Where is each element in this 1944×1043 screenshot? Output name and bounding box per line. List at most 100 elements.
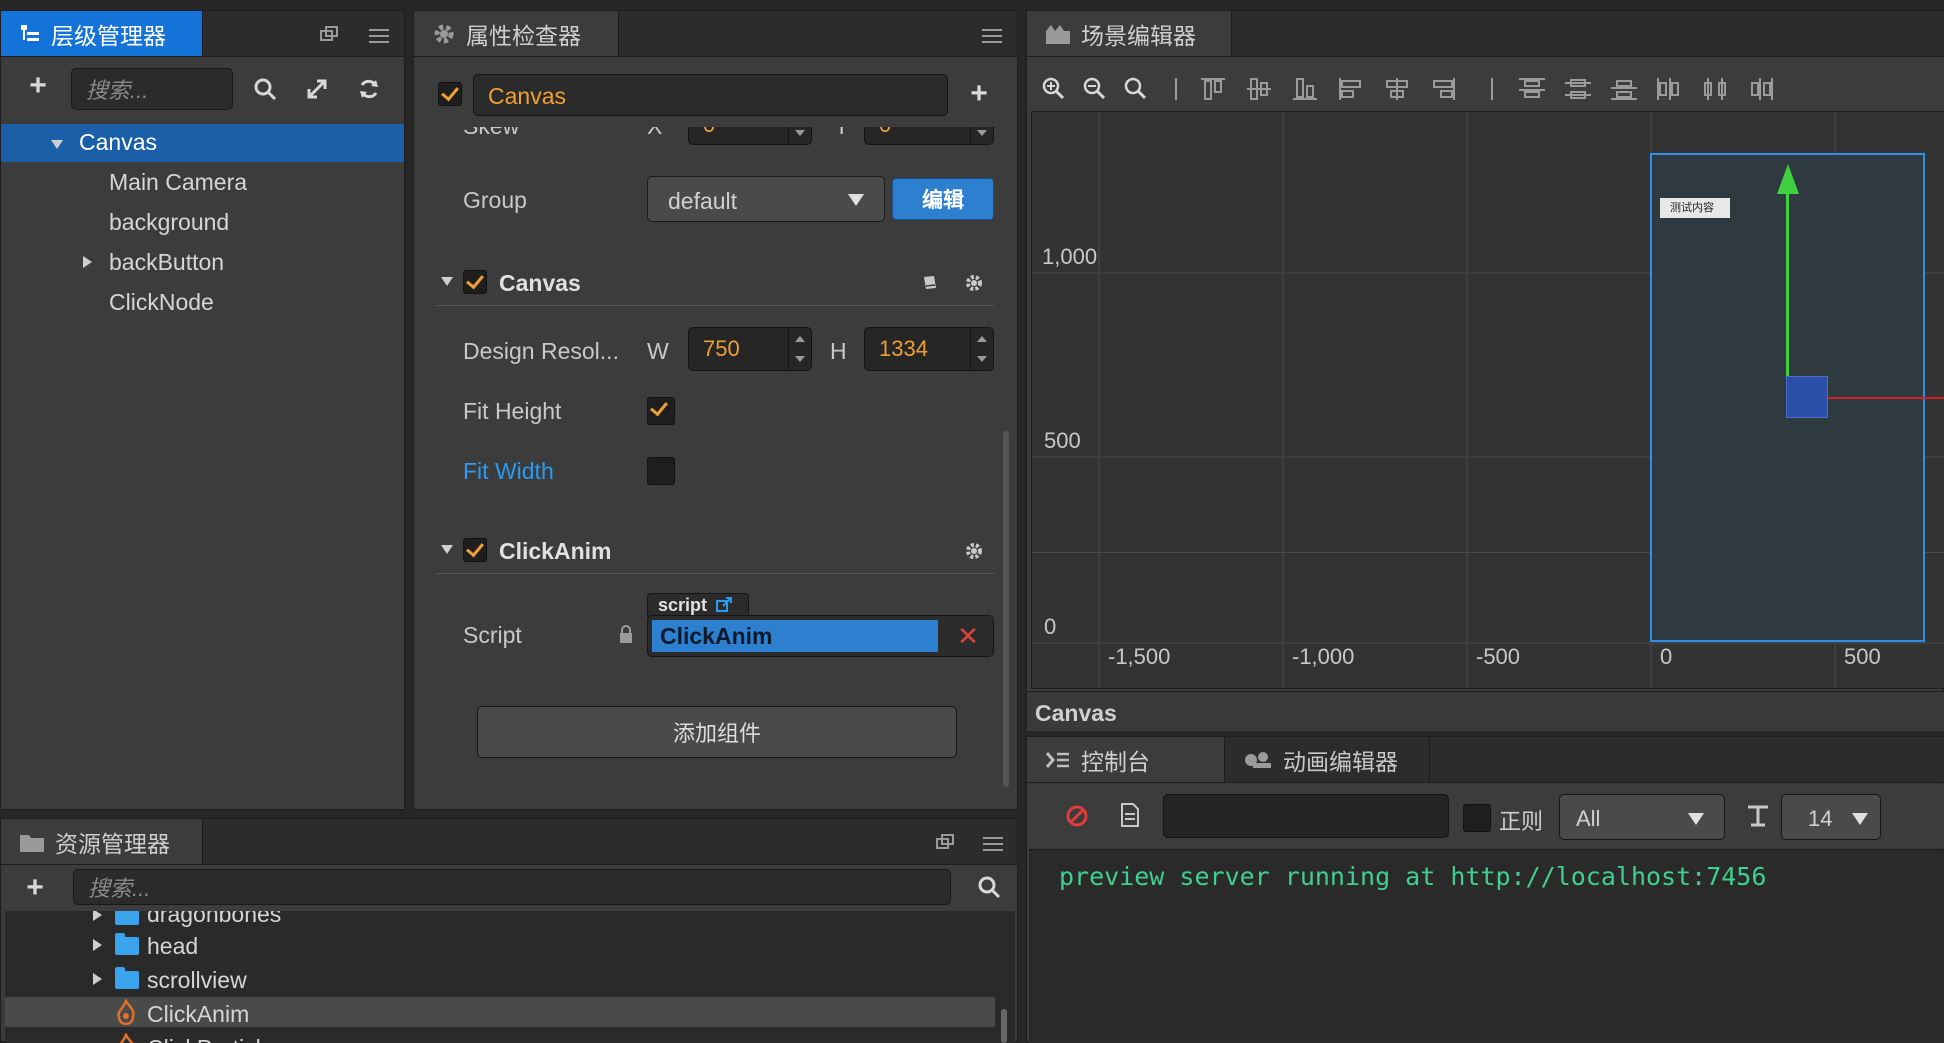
tree-item-main-camera[interactable]: Main Camera: [109, 169, 247, 196]
panel-menu-icon[interactable]: [983, 837, 1003, 851]
script-tag-label: script: [658, 595, 708, 615]
tab-animation-editor[interactable]: 动画编辑器: [1225, 737, 1430, 782]
align-vcenter-icon[interactable]: [1245, 76, 1273, 102]
search-icon[interactable]: [975, 873, 1003, 901]
tab-hierarchy[interactable]: 层级管理器: [1, 11, 203, 56]
gizmo-y-arrow-icon[interactable]: [1777, 164, 1799, 194]
skew-label: Skew: [463, 127, 519, 140]
tree-item-background[interactable]: background: [109, 209, 229, 236]
label-node[interactable]: 测试内容: [1660, 198, 1730, 218]
zoom-reset-icon[interactable]: [1123, 76, 1149, 102]
design-height-input[interactable]: 1334: [864, 327, 994, 371]
assets-search-input[interactable]: 搜索...: [73, 869, 951, 905]
gizmo-y-axis[interactable]: [1786, 184, 1789, 384]
tab-scene[interactable]: 场景编辑器: [1027, 11, 1232, 56]
design-width-stepper[interactable]: [788, 328, 811, 370]
node-name-value: Canvas: [488, 83, 566, 109]
inspector-scrollbar[interactable]: [1003, 431, 1009, 787]
asset-item-clickanim[interactable]: ClickAnim: [147, 1001, 249, 1028]
section-collapse-icon[interactable]: [441, 545, 453, 554]
search-icon[interactable]: [251, 75, 279, 103]
canvas-section-title: Canvas: [499, 270, 581, 296]
hierarchy-search-input[interactable]: 搜索...: [71, 68, 233, 110]
script-tag[interactable]: script: [647, 593, 749, 617]
log-level-select[interactable]: All: [1559, 794, 1725, 840]
distribute-top-icon[interactable]: [1517, 76, 1547, 102]
collapse-arrow-icon[interactable]: [83, 256, 92, 268]
book-icon[interactable]: [920, 273, 940, 293]
design-width-input[interactable]: 750: [688, 327, 812, 371]
float-window-icon[interactable]: [935, 833, 955, 851]
expand-arrow-icon[interactable]: [51, 140, 63, 149]
align-left-icon[interactable]: [1337, 76, 1365, 102]
gizmo-center-handle[interactable]: [1786, 376, 1828, 418]
component-settings-icon[interactable]: [964, 273, 984, 293]
canvas-component-checkbox[interactable]: [463, 270, 487, 294]
fit-height-checkbox[interactable]: [647, 397, 675, 425]
remove-script-icon[interactable]: ✕: [956, 621, 980, 651]
log-level-value: All: [1576, 806, 1601, 831]
group-select[interactable]: default: [647, 176, 885, 222]
skew-y-stepper[interactable]: [970, 127, 993, 144]
collapse-arrow-icon[interactable]: [93, 911, 102, 921]
align-hcenter-icon[interactable]: [1383, 76, 1411, 102]
skew-x-stepper[interactable]: [788, 127, 811, 144]
component-settings-icon[interactable]: [964, 541, 984, 561]
align-bottom-icon[interactable]: [1291, 76, 1319, 102]
distribute-hcenter-icon[interactable]: [1701, 76, 1729, 102]
add-component-button[interactable]: 添加组件: [477, 706, 957, 758]
distribute-vcenter-icon[interactable]: [1563, 76, 1593, 102]
assets-tabbar: 资源管理器: [1, 819, 1017, 865]
panel-menu-icon[interactable]: [369, 29, 389, 43]
add-node-button[interactable]: +: [23, 69, 53, 102]
skew-y-input[interactable]: 0: [864, 127, 994, 145]
x-axis-label: 0: [1660, 644, 1673, 669]
design-height-stepper[interactable]: [970, 328, 993, 370]
panel-menu-icon[interactable]: [982, 29, 1002, 43]
asset-item-scrollview[interactable]: scrollview: [147, 967, 247, 994]
assets-scrollbar[interactable]: [1001, 1009, 1007, 1043]
tree-item-backbutton[interactable]: backButton: [109, 249, 224, 276]
scene-viewport[interactable]: 测试内容 1,000 500 0 -1,500 -1,000 -500 0 50…: [1031, 111, 1944, 689]
fit-width-checkbox[interactable]: [647, 457, 675, 485]
zoom-in-icon[interactable]: [1041, 76, 1067, 102]
align-top-icon[interactable]: [1199, 76, 1227, 102]
clear-console-icon[interactable]: [1065, 804, 1089, 828]
document-icon[interactable]: [1119, 802, 1141, 828]
asset-item-head[interactable]: head: [147, 933, 198, 960]
float-window-icon[interactable]: [319, 25, 339, 43]
script-value-pill[interactable]: ClickAnim: [652, 620, 938, 652]
font-size-select[interactable]: 14: [1781, 794, 1881, 840]
folder-icon: [115, 967, 139, 989]
add-component-plus-button[interactable]: +: [964, 77, 994, 110]
clickanim-component-checkbox[interactable]: [463, 538, 487, 562]
skew-x-input[interactable]: 0: [688, 127, 812, 145]
console-filter-input[interactable]: [1163, 794, 1449, 838]
tree-item-clicknode[interactable]: ClickNode: [109, 289, 214, 316]
section-collapse-icon[interactable]: [441, 277, 453, 286]
label-node-text: 测试内容: [1670, 202, 1714, 214]
section-divider: [436, 573, 994, 574]
distribute-right-icon[interactable]: [1747, 76, 1775, 102]
expand-icon[interactable]: [303, 75, 331, 103]
collapse-arrow-icon[interactable]: [93, 973, 102, 985]
node-name-input[interactable]: Canvas: [473, 74, 948, 116]
align-right-icon[interactable]: [1429, 76, 1457, 102]
regex-checkbox[interactable]: [1463, 804, 1491, 832]
refresh-icon[interactable]: [355, 75, 383, 103]
distribute-bottom-icon[interactable]: [1609, 76, 1639, 102]
distribute-left-icon[interactable]: [1655, 76, 1683, 102]
zoom-out-icon[interactable]: [1082, 76, 1108, 102]
script-field[interactable]: ClickAnim ✕: [647, 615, 994, 657]
node-active-checkbox[interactable]: [438, 82, 462, 106]
collapse-arrow-icon[interactable]: [93, 939, 102, 951]
gizmo-x-axis[interactable]: [1818, 397, 1944, 399]
tab-assets[interactable]: 资源管理器: [1, 819, 203, 864]
tree-item-canvas[interactable]: Canvas: [79, 129, 157, 156]
group-edit-button[interactable]: 编辑: [892, 178, 994, 220]
add-asset-button[interactable]: +: [20, 871, 50, 904]
console-toolbar: 正则 All 14: [1027, 784, 1944, 848]
tab-inspector[interactable]: 属性检查器: [414, 11, 619, 56]
tab-console[interactable]: 控制台: [1027, 737, 1225, 782]
asset-item-dragonbones[interactable]: dragonbones: [147, 911, 281, 928]
